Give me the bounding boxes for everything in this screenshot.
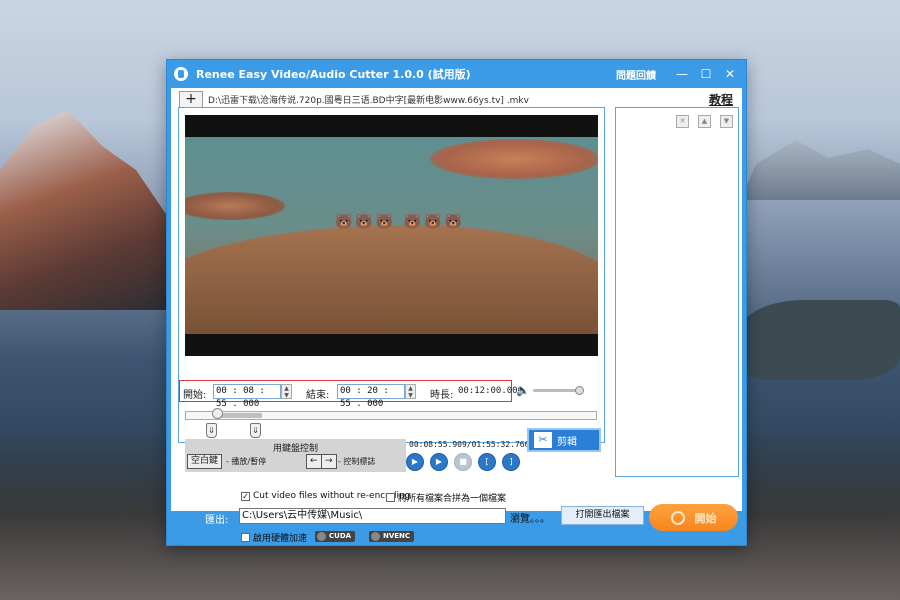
scene-animals: 🐻🐻🐻 🐻🐻🐻 bbox=[335, 214, 466, 230]
move-up-button[interactable]: ▲ bbox=[698, 115, 711, 128]
scene-dune bbox=[185, 225, 598, 334]
start-button[interactable]: 開始 bbox=[649, 504, 738, 531]
duration-value: 00:12:00.000 bbox=[458, 386, 524, 396]
video-area: 🐻🐻🐻 🐻🐻🐻 開始: 00 : 08 : 55 . 000 ▲ ▼ 結束: 00… bbox=[178, 107, 605, 472]
merge-label: 將所有檔案合拼為一個檔案 bbox=[398, 494, 507, 504]
end-time-input[interactable]: 00 : 20 : 55 . 000 bbox=[337, 384, 405, 409]
no-reencode-option[interactable]: ✓ Cut video files without re-encoding bbox=[241, 491, 410, 501]
spin-up-icon[interactable]: ▲ bbox=[284, 385, 289, 392]
end-time-spinner[interactable]: ▲ ▼ bbox=[405, 384, 416, 399]
volume-icon[interactable]: 🔈 bbox=[516, 384, 530, 397]
keyboard-help-panel: 用鍵盤控制 空白鍵 - 播放/暫停 ← → - 控制標誌 bbox=[185, 439, 406, 472]
app-window: Renee Easy Video/Audio Cutter 1.0.0 (試用版… bbox=[166, 59, 747, 546]
video-scene: 🐻🐻🐻 🐻🐻🐻 bbox=[185, 137, 598, 334]
mark-end-button[interactable]: ] bbox=[502, 453, 520, 471]
start-time-spinner[interactable]: ▲ ▼ bbox=[281, 384, 292, 399]
start-time-input[interactable]: 00 : 08 : 55 . 000 bbox=[213, 384, 281, 409]
export-path-input[interactable]: C:\Users\云中传媒\Music\ bbox=[239, 508, 506, 524]
start-marker-handle[interactable]: ⇓ bbox=[206, 423, 217, 438]
spin-up-icon[interactable]: ▲ bbox=[408, 385, 413, 392]
export-bar: ✓ Cut video files without re-encoding 將所有… bbox=[167, 488, 746, 547]
cuda-label: CUDA bbox=[329, 532, 352, 540]
volume-knob[interactable] bbox=[575, 386, 584, 395]
video-preview[interactable]: 🐻🐻🐻 🐻🐻🐻 bbox=[185, 115, 598, 356]
title-bar: Renee Easy Video/Audio Cutter 1.0.0 (試用版… bbox=[167, 60, 746, 88]
background-hill bbox=[740, 140, 900, 200]
spin-down-icon[interactable]: ▼ bbox=[284, 392, 289, 399]
export-label: 匯出: bbox=[205, 515, 229, 526]
cuda-badge: CUDA bbox=[315, 531, 356, 542]
cut-button[interactable]: ✂ 剪輯 bbox=[527, 428, 601, 452]
minimize-button[interactable]: — bbox=[670, 62, 694, 86]
scissors-icon: ✂ bbox=[534, 432, 552, 448]
timeline-selection bbox=[217, 413, 262, 418]
cut-button-label: 剪輯 bbox=[557, 436, 577, 448]
trim-time-row: 開始: 00 : 08 : 55 . 000 ▲ ▼ 結束: 00 : 20 : … bbox=[179, 380, 523, 409]
merge-option[interactable]: 將所有檔案合拼為一個檔案 bbox=[386, 491, 506, 504]
stop-button[interactable]: ■ bbox=[454, 453, 472, 471]
close-button[interactable]: ✕ bbox=[718, 62, 742, 86]
hw-accel-checkbox[interactable] bbox=[241, 533, 250, 542]
arrow-key-desc: - 控制標誌 bbox=[338, 457, 376, 466]
play-button[interactable]: ▶ bbox=[406, 453, 424, 471]
app-logo-icon bbox=[174, 67, 188, 81]
nvenc-badge: NVENC bbox=[369, 531, 415, 542]
main-panel: + D:\迅雷下载\沧海传说.720p.國粵日三语.BD中字[最新电影www.6… bbox=[171, 88, 742, 511]
browse-button[interactable]: 瀏覽。。。 bbox=[510, 510, 550, 525]
volume-slider[interactable] bbox=[533, 386, 584, 395]
hw-accel-option[interactable]: 啟用硬體加速 bbox=[241, 531, 307, 544]
timeline-bar[interactable] bbox=[185, 408, 597, 420]
space-key-desc: - 播放/暫停 bbox=[226, 457, 267, 466]
space-key: 空白鍵 bbox=[187, 454, 223, 469]
hw-accel-label: 啟用硬體加速 bbox=[253, 534, 308, 544]
file-path: D:\迅雷下载\沧海传说.720p.國粵日三语.BD中字[最新电影www.66y… bbox=[208, 96, 529, 106]
scene-cloud bbox=[430, 139, 598, 179]
move-down-button[interactable]: ▼ bbox=[720, 115, 733, 128]
nvenc-label: NVENC bbox=[383, 532, 411, 540]
end-label: 結束: bbox=[306, 390, 330, 401]
playhead-knob[interactable] bbox=[212, 408, 223, 419]
keyboard-help-title: 用鍵盤控制 bbox=[272, 444, 318, 454]
start-label: 開始: bbox=[183, 390, 207, 401]
playback-time: 00:08:55.909/01:55:32.766 bbox=[409, 440, 530, 449]
duration-label: 時長: bbox=[430, 390, 454, 401]
arrow-left-key: ← bbox=[306, 454, 322, 469]
spin-down-icon[interactable]: ▼ bbox=[408, 392, 413, 399]
tutorial-link[interactable]: 教程 bbox=[709, 91, 733, 108]
scene-cloud bbox=[185, 192, 285, 220]
nvidia-icon bbox=[371, 532, 380, 541]
mark-start-button[interactable]: [ bbox=[478, 453, 496, 471]
refresh-icon bbox=[670, 510, 685, 525]
window-title: Renee Easy Video/Audio Cutter 1.0.0 (試用版… bbox=[196, 68, 471, 81]
no-reencode-checkbox[interactable]: ✓ bbox=[241, 492, 250, 501]
segment-list-panel: ✕ ▲ ▼ bbox=[615, 107, 739, 477]
arrow-right-key: → bbox=[321, 454, 337, 469]
maximize-button[interactable]: ☐ bbox=[694, 62, 718, 86]
title-bar-actions: 問題回饋 — ☐ ✕ bbox=[616, 60, 746, 88]
play-segment-button[interactable]: ▶ bbox=[430, 453, 448, 471]
nvidia-icon bbox=[317, 532, 326, 541]
end-marker-handle[interactable]: ⇓ bbox=[250, 423, 261, 438]
background-mountain bbox=[0, 110, 170, 310]
add-file-button[interactable]: + bbox=[179, 91, 203, 108]
background-island bbox=[740, 300, 900, 380]
feedback-link[interactable]: 問題回饋 bbox=[616, 67, 656, 82]
open-export-folder-button[interactable]: 打開匯出檔案 bbox=[561, 506, 644, 525]
merge-checkbox[interactable] bbox=[386, 493, 395, 502]
delete-segment-button[interactable]: ✕ bbox=[676, 115, 689, 128]
start-button-label: 開始 bbox=[694, 511, 717, 525]
